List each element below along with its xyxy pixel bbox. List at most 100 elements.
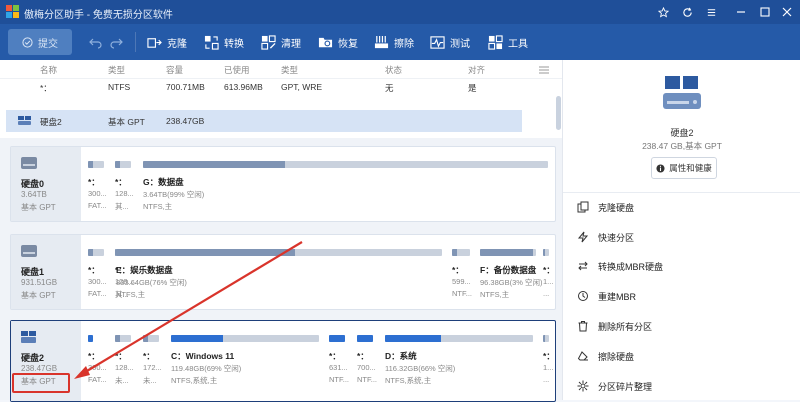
toolbar-label: 清理	[281, 38, 301, 50]
toolbar-clone-button[interactable]: 克隆	[147, 33, 187, 51]
close-icon[interactable]	[778, 3, 796, 21]
header-name[interactable]: 名称	[40, 64, 57, 76]
disk-size: 238.47GB	[21, 364, 58, 373]
partition-block[interactable]: *： 300... FAT...	[88, 321, 107, 401]
partition-name: *：	[357, 351, 369, 361]
partition-name: E：娱乐数据盘	[116, 265, 173, 275]
toolbar-convert-button[interactable]: 转换	[204, 33, 244, 51]
column-settings-icon[interactable]	[538, 65, 550, 75]
partition-info: 1...	[543, 277, 554, 286]
partition-block[interactable]: *： 1... ...	[543, 321, 555, 401]
disk-info[interactable]: 硬盘0 3.64TB 基本 GPT	[11, 147, 81, 221]
disk-name: 硬盘1	[21, 267, 45, 277]
partition-block[interactable]: E：娱乐数据盘 833.64GB(76% 空闲) NTFS,主	[116, 235, 442, 309]
partition-name: C：Windows 11	[171, 351, 235, 361]
header-status[interactable]: 状态	[385, 64, 402, 76]
partition-block[interactable]: *： 300... FAT...	[88, 147, 108, 221]
header-aligned[interactable]: 对齐	[468, 64, 485, 76]
partition-name: *：	[543, 265, 555, 275]
header-type[interactable]: 类型	[108, 64, 125, 76]
action-convert-mbr[interactable]: 转换成MBR硬盘	[577, 258, 663, 274]
wipe-icon	[374, 35, 389, 48]
partition-fs: FAT...	[88, 289, 107, 298]
partition-block[interactable]: *： 128... 未...	[115, 321, 135, 401]
tools-icon	[488, 34, 503, 50]
partition-bar	[480, 249, 536, 256]
cell-kind: GPT, WRE	[281, 82, 323, 92]
partition-bar	[88, 249, 104, 256]
partition-bar	[357, 335, 373, 342]
partition-block[interactable]: D：系统 116.32GB(66% 空闲) NTFS,系统,主	[385, 321, 533, 401]
partition-name: *：	[115, 177, 127, 187]
redo-icon[interactable]	[108, 34, 124, 50]
delete-partitions-icon	[578, 321, 588, 332]
disk-details-panel: 硬盘2 238.47 GB,基本 GPT 属性和健康 克隆硬盘 快速分区 转换成…	[562, 60, 800, 400]
maximize-icon[interactable]	[756, 3, 774, 21]
action-defrag[interactable]: 分区碎片整理	[577, 378, 652, 394]
toolbar-recover-button[interactable]: 恢复	[318, 33, 358, 51]
action-wipe-disk[interactable]: 擦除硬盘	[577, 348, 634, 364]
partition-block[interactable]: *： 300... FAT...	[88, 235, 108, 309]
list-scrollbar[interactable]	[556, 96, 561, 130]
partition-info: 599...	[452, 277, 471, 286]
toolbar-wipe-button[interactable]: 擦除	[374, 33, 414, 51]
partition-fs: FAT...	[88, 375, 107, 384]
minimize-icon[interactable]	[732, 3, 750, 21]
partition-bar	[543, 335, 549, 342]
disk-icon	[18, 116, 31, 125]
menu-icon[interactable]	[702, 3, 720, 21]
partition-block[interactable]: F：备份数据盘 96.38GB(3% 空闲) NTFS,主	[480, 235, 543, 309]
header-used[interactable]: 已使用	[224, 64, 250, 76]
partition-fs: 未...	[143, 376, 157, 385]
partition-block[interactable]: C：Windows 11 119.48GB(69% 空闲) NTFS,系统,主	[171, 321, 319, 401]
action-rebuild-mbr[interactable]: 重建MBR	[577, 288, 636, 304]
partition-block[interactable]: *： 599... NTF...	[452, 235, 474, 309]
panel-divider	[563, 192, 800, 193]
partition-bar	[171, 335, 319, 342]
star-icon[interactable]	[654, 3, 672, 21]
title-bar: 傲梅分区助手 - 免费无损分区软件	[0, 0, 800, 24]
cell-aligned: 是	[468, 83, 477, 93]
partition-block[interactable]: *： 631... NTF...	[329, 321, 349, 401]
action-quick-partition[interactable]: 快速分区	[577, 229, 634, 245]
toolbar-label: 克隆	[167, 38, 187, 50]
refresh-icon[interactable]	[678, 3, 696, 21]
toolbar-cleanup-button[interactable]: 清理	[261, 33, 301, 51]
selected-disk-name: 硬盘2	[670, 128, 694, 138]
action-delete-all-partitions[interactable]: 删除所有分区	[577, 318, 652, 334]
commit-button[interactable]: 提交	[8, 29, 72, 55]
partition-block[interactable]: G：数据盘 3.64TB(99% 空闲) NTFS,主	[143, 147, 548, 221]
table-row[interactable]: *： NTFS 700.71MB 613.96MB GPT, WRE 无 是	[0, 80, 562, 98]
properties-health-button[interactable]: 属性和健康	[651, 157, 717, 179]
partition-info: 116.32GB(66% 空闲)	[385, 364, 456, 373]
disk-row-selected[interactable]: 硬盘2 基本 GPT 238.47GB	[6, 110, 522, 132]
action-clone-disk[interactable]: 克隆硬盘	[577, 199, 634, 215]
partition-bar	[143, 161, 548, 168]
commit-label: 提交	[38, 38, 58, 50]
toolbar-tools-button[interactable]: 工具	[488, 33, 528, 51]
disk-row-capacity: 238.47GB	[166, 116, 205, 126]
action-label: 转换成MBR硬盘	[598, 261, 663, 272]
partition-block[interactable]: *： 1... ...	[543, 235, 555, 309]
selected-disk-meta: 238.47 GB,基本 GPT	[642, 141, 722, 151]
partition-name: *：	[452, 265, 464, 275]
disk-card-1[interactable]: 硬盘1 931.51GB 基本 GPT *： 300... FAT... *： …	[10, 234, 556, 310]
partition-info: 1...	[543, 363, 554, 372]
partition-block[interactable]: *： 700... NTF...	[357, 321, 377, 401]
undo-icon[interactable]	[88, 34, 104, 50]
header-capacity[interactable]: 容量	[166, 64, 183, 76]
cell-status: 无	[385, 83, 394, 93]
disk-info[interactable]: 硬盘1 931.51GB 基本 GPT	[11, 235, 81, 309]
test-icon	[430, 35, 445, 49]
partition-name: G：数据盘	[143, 177, 184, 187]
disk-card-2[interactable]: 硬盘2 238.47GB 基本 GPT *： 300... FAT... *： …	[10, 320, 556, 402]
partition-block[interactable]: *： 128... 其...	[115, 147, 135, 221]
header-kind[interactable]: 类型	[281, 64, 298, 76]
partition-name: *：	[143, 351, 155, 361]
disk-card-0[interactable]: 硬盘0 3.64TB 基本 GPT *： 300... FAT... *： 12…	[10, 146, 556, 222]
toolbar-test-button[interactable]: 测试	[430, 33, 470, 51]
partition-fs: NTF...	[329, 375, 349, 384]
partition-fs: FAT...	[88, 201, 107, 210]
cell-capacity: 700.71MB	[166, 82, 205, 92]
partition-block[interactable]: *： 172... 未...	[143, 321, 163, 401]
